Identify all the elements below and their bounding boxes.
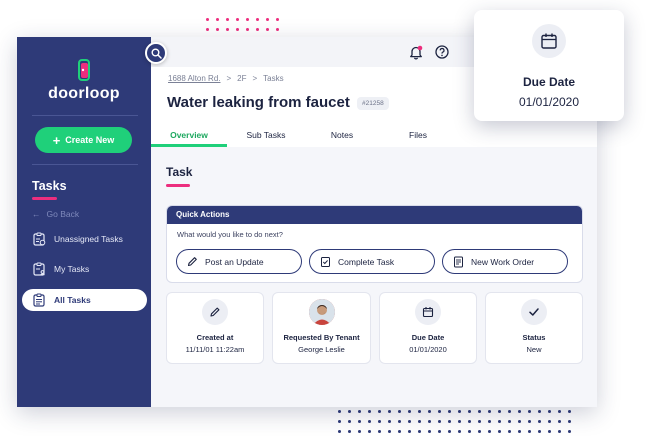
search-icon — [151, 48, 162, 59]
section-title: Task — [166, 165, 193, 179]
calendar-icon — [541, 33, 557, 49]
card-label: Due Date — [411, 333, 445, 342]
tab-bar: Overview Sub Tasks Notes Files — [151, 125, 597, 147]
sidebar: doorloop + Create New Tasks ← Go Back Un… — [17, 37, 151, 407]
breadcrumb-tasks[interactable]: Tasks — [263, 74, 283, 83]
card-icon-wrapper — [202, 299, 228, 325]
brand-logo[interactable]: doorloop — [17, 59, 151, 103]
card-value: 11/11/01 11:22am — [185, 345, 245, 354]
clipboard-user-icon — [33, 262, 45, 276]
sidebar-item-label: Unassigned Tasks — [54, 234, 123, 244]
avatar — [308, 299, 335, 325]
breadcrumb-separator: > — [252, 74, 258, 83]
go-back-link[interactable]: ← Go Back — [32, 209, 79, 219]
clipboard-list-icon — [33, 293, 45, 307]
card-label: Created at — [196, 333, 234, 342]
arrow-left-icon: ← — [32, 209, 41, 219]
quick-actions-panel: Quick Actions What would you like to do … — [166, 205, 583, 283]
create-new-button[interactable]: + Create New — [35, 127, 132, 153]
card-value: George Leslie — [298, 345, 345, 354]
card-value: 01/01/2020 — [409, 345, 447, 354]
due-date-popup-card: Due Date 01/01/2020 — [474, 10, 624, 121]
plus-icon: + — [52, 132, 61, 148]
tab-sub-tasks[interactable]: Sub Tasks — [227, 125, 305, 147]
breadcrumb-property-link[interactable]: 1688 Alton Rd. — [168, 74, 220, 83]
new-work-order-button[interactable]: New Work Order — [442, 249, 568, 274]
sidebar-item-label: My Tasks — [54, 264, 90, 274]
card-label: Status — [522, 333, 546, 342]
complete-task-button[interactable]: Complete Task — [309, 249, 435, 274]
pencil-icon — [210, 307, 220, 317]
sidebar-divider — [32, 115, 138, 116]
sidebar-title-underline — [32, 197, 57, 200]
sidebar-divider — [32, 164, 138, 165]
post-update-label: Post an Update — [205, 256, 264, 267]
go-back-label: Go Back — [46, 209, 80, 219]
task-id-badge: #21258 — [357, 97, 389, 110]
section-title-underline — [166, 184, 190, 187]
create-new-label: Create New — [65, 135, 115, 145]
quick-actions-title: Quick Actions — [167, 206, 582, 224]
sidebar-item-label: All Tasks — [54, 295, 91, 305]
pencil-icon — [187, 257, 197, 267]
doorloop-logo-icon — [78, 59, 90, 81]
tab-notes[interactable]: Notes — [305, 125, 379, 147]
card-icon-wrapper — [415, 299, 441, 325]
calendar-icon — [422, 307, 434, 318]
checkmark-icon — [529, 308, 539, 316]
clipboard-question-icon — [33, 232, 46, 246]
bell-icon[interactable] — [409, 45, 423, 60]
popup-label: Due Date — [522, 75, 575, 89]
tab-files[interactable]: Files — [379, 125, 457, 147]
page-title: Water leaking from faucet — [167, 94, 350, 111]
work-order-icon — [454, 256, 463, 267]
quick-actions-prompt: What would you like to do next? — [177, 230, 283, 239]
info-card-created-at: Created at 11/11/01 11:22am — [166, 292, 264, 364]
complete-task-label: Complete Task — [338, 256, 395, 267]
post-update-button[interactable]: Post an Update — [176, 249, 302, 274]
clipboard-check-icon — [321, 257, 330, 267]
info-card-requested-by: Requested By Tenant George Leslie — [272, 292, 371, 364]
sidebar-item-all-tasks[interactable]: All Tasks — [22, 289, 147, 311]
breadcrumb-separator: > — [226, 74, 232, 83]
new-work-order-label: New Work Order — [471, 256, 535, 267]
info-card-status: Status New — [485, 292, 583, 364]
breadcrumb-unit[interactable]: 2F — [237, 74, 246, 83]
brand-name: doorloop — [48, 85, 120, 102]
popup-icon-wrapper — [532, 24, 566, 58]
sidebar-item-my-tasks[interactable]: My Tasks — [22, 258, 147, 280]
card-label: Requested By Tenant — [283, 333, 360, 342]
search-button[interactable] — [145, 42, 167, 64]
tenant-avatar-icon — [308, 299, 335, 325]
popup-value: 01/01/2020 — [518, 95, 580, 109]
tab-overview[interactable]: Overview — [151, 125, 227, 147]
card-icon-wrapper — [521, 299, 547, 325]
help-icon[interactable] — [435, 45, 449, 59]
sidebar-item-unassigned-tasks[interactable]: Unassigned Tasks — [22, 228, 147, 250]
info-card-due-date: Due Date 01/01/2020 — [379, 292, 477, 364]
card-value: New — [526, 345, 542, 354]
sidebar-section-title: Tasks — [32, 179, 67, 193]
breadcrumb: 1688 Alton Rd. > 2F > Tasks — [168, 74, 284, 83]
